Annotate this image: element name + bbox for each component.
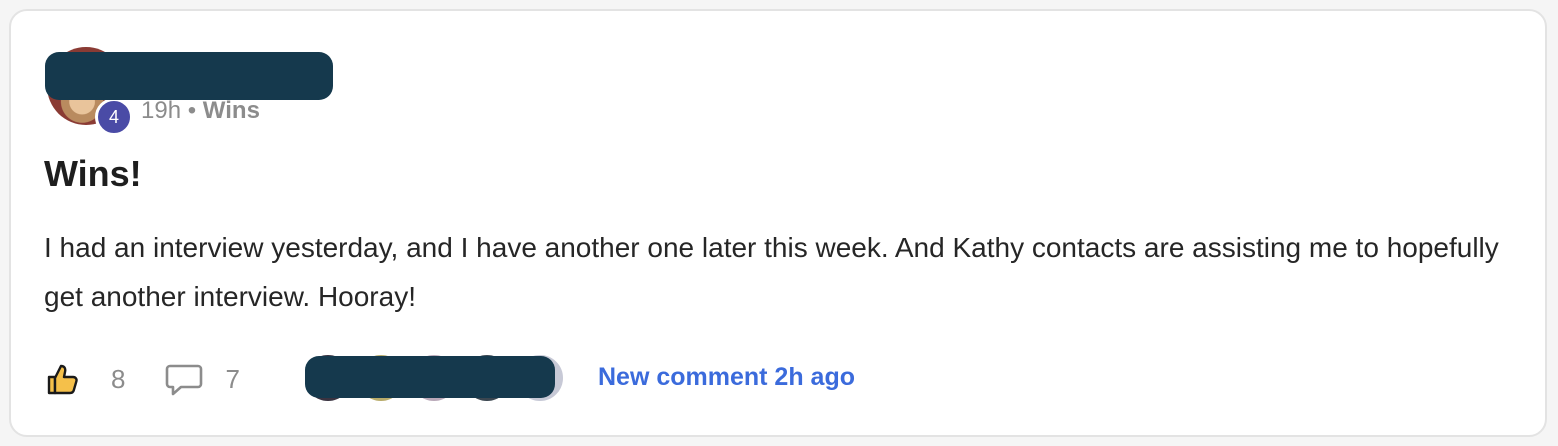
post-actions: 8 7: [45, 357, 240, 401]
level-badge: 4: [95, 98, 133, 136]
post-time: 19h: [141, 97, 182, 124]
post-card[interactable]: 4 n 19h • Wins Wins! I had an interview …: [9, 9, 1547, 437]
like-button[interactable]: 8: [45, 361, 125, 397]
post-meta: 19h • Wins: [141, 97, 260, 125]
post-title[interactable]: Wins!: [44, 153, 142, 195]
comment-count: 7: [225, 363, 240, 394]
commenters-redaction: [305, 356, 555, 398]
author-name-redaction: [45, 52, 333, 100]
post-category[interactable]: Wins: [203, 97, 260, 124]
commenter-avatars[interactable]: [301, 353, 569, 403]
like-count: 8: [111, 363, 126, 394]
new-comment-link[interactable]: New comment 2h ago: [598, 363, 855, 392]
speech-bubble-icon[interactable]: [165, 361, 203, 397]
comment-button[interactable]: 7: [165, 361, 240, 397]
meta-separator: •: [187, 97, 197, 124]
post-body: I had an interview yesterday, and I have…: [44, 232, 1499, 312]
thumbs-up-icon[interactable]: [45, 361, 81, 397]
